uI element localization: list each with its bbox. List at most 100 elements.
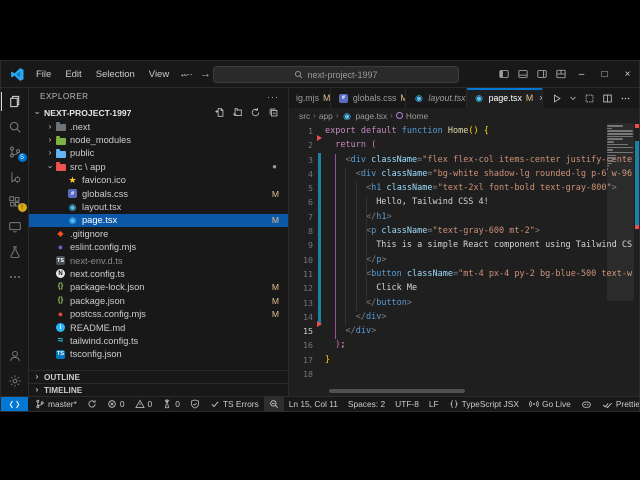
toggle-secondary-sidebar-icon[interactable] xyxy=(532,61,551,87)
activity-run-debug[interactable] xyxy=(1,164,29,189)
status-zoom[interactable] xyxy=(263,397,284,411)
new-file-icon[interactable] xyxy=(214,107,225,118)
tree-item-globals.css[interactable]: # globals.css M xyxy=(29,187,288,200)
tree-item-layout.tsx[interactable]: ◉ layout.tsx xyxy=(29,200,288,213)
tree-item-package.json[interactable]: {} package.json M xyxy=(29,294,288,307)
tree-item-tsconfig.json[interactable]: TS tsconfig.json xyxy=(29,348,288,361)
status-ts-errors[interactable]: TS Errors xyxy=(205,397,264,411)
tree-item-srcapp[interactable]: › src \ app ● xyxy=(29,160,288,173)
new-folder-icon[interactable] xyxy=(232,107,243,118)
folder-icon xyxy=(55,162,66,172)
menu-file[interactable]: File xyxy=(29,61,58,87)
gutter-decoration xyxy=(313,181,325,196)
activity-remote-explorer[interactable] xyxy=(1,214,29,239)
command-center-search[interactable]: next-project-1997 xyxy=(213,66,459,83)
menu-view[interactable]: View xyxy=(142,61,176,87)
toggle-panel-icon[interactable] xyxy=(513,61,532,87)
nav-back-icon[interactable]: ← xyxy=(179,68,190,80)
postcss-file-icon: ● xyxy=(57,309,64,320)
activity-testing[interactable] xyxy=(1,239,29,264)
activity-settings[interactable] xyxy=(1,368,29,393)
tab-close-icon[interactable]: × xyxy=(539,93,542,103)
status-eol[interactable]: LF xyxy=(424,397,444,411)
breadcrumb-src[interactable]: src xyxy=(299,111,310,121)
refresh-icon[interactable] xyxy=(250,107,261,118)
status-go-live[interactable]: Go Live xyxy=(524,397,576,411)
breadcrumb-app[interactable]: app xyxy=(319,111,333,121)
code-editor[interactable]: 1 export default function Home() {2 retur… xyxy=(289,123,639,396)
tree-item-postcss.config.mjs[interactable]: ● postcss.config.mjs M xyxy=(29,307,288,320)
code-text: </div> xyxy=(345,326,377,337)
activity-bar: 5! xyxy=(0,88,29,396)
status-git-branch[interactable]: master* xyxy=(30,397,82,411)
status-ports[interactable]: 0 xyxy=(157,397,185,411)
toggle-sidebar-icon[interactable] xyxy=(494,61,513,87)
tree-item-next.config.ts[interactable]: Nnext.config.ts xyxy=(29,267,288,280)
tab-page.tsx[interactable]: ◉ page.tsxM × xyxy=(466,88,543,108)
breadcrumb-Home[interactable]: Home xyxy=(395,111,428,121)
status-cursor-position[interactable]: Ln 15, Col 11 xyxy=(284,397,343,411)
tab-ig.mjs[interactable]: ig.mjs M xyxy=(289,88,331,108)
activity-more[interactable] xyxy=(1,264,29,289)
section-timeline[interactable]: › TIMELINE xyxy=(29,383,288,396)
status-warnings[interactable]: 0 xyxy=(130,397,158,411)
status-prettier[interactable]: Prettier xyxy=(597,397,639,411)
tree-item-tailwind.config.ts[interactable]: ≈ tailwind.config.ts xyxy=(29,334,288,347)
horizontal-scrollbar[interactable] xyxy=(329,389,465,393)
activity-search[interactable] xyxy=(1,114,29,139)
split-editor-icon[interactable] xyxy=(602,93,613,104)
status-indentation[interactable]: Spaces: 2 xyxy=(343,397,390,411)
tree-item-page.tsx[interactable]: ◉ page.tsx M xyxy=(29,213,288,228)
minimap-slider[interactable] xyxy=(607,123,634,301)
collapse-all-icon[interactable] xyxy=(268,107,279,118)
run-icon[interactable] xyxy=(551,93,562,104)
line-number: 3 xyxy=(308,154,313,165)
tree-item-packagelock.json[interactable]: {} package-lock.json M xyxy=(29,281,288,294)
code-text: This is a simple React component using T… xyxy=(376,240,633,251)
nav-forward-icon[interactable]: → xyxy=(200,68,211,80)
maximize-button[interactable]: □ xyxy=(593,61,616,87)
status-label: Prettier xyxy=(615,399,639,409)
minimize-button[interactable]: – xyxy=(570,61,593,87)
tab-layout.tsx[interactable]: ◉ layout.tsx xyxy=(406,88,467,108)
tree-item-public[interactable]: › public xyxy=(29,147,288,160)
chevron-down-icon: › xyxy=(46,165,55,169)
tree-item-favicon.ico[interactable]: ★ favicon.ico xyxy=(29,174,288,187)
tree-item-nextenv.d.ts[interactable]: TS next-env.d.ts xyxy=(29,254,288,267)
status-sync[interactable] xyxy=(82,397,102,411)
section-outline[interactable]: › OUTLINE xyxy=(29,370,288,383)
customize-layout-icon[interactable] xyxy=(551,61,570,87)
activity-account[interactable] xyxy=(1,343,29,368)
symbol-icon xyxy=(395,112,403,119)
status-remote[interactable] xyxy=(1,397,28,411)
code-text: Hello, Tailwind CSS 4! xyxy=(376,197,489,208)
file-label: favicon.ico xyxy=(82,175,126,186)
status-copilot[interactable] xyxy=(576,397,597,411)
project-root-row[interactable]: › NEXT-PROJECT-1997 xyxy=(29,105,288,120)
tree-item-eslint.config.mjs[interactable]: ● eslint.config.mjs xyxy=(29,241,288,254)
close-button[interactable]: × xyxy=(616,61,639,87)
activity-source-control[interactable]: 5 xyxy=(1,139,29,164)
line-number: 7 xyxy=(308,211,313,222)
status-encoding[interactable]: UTF-8 xyxy=(390,397,424,411)
menu-selection[interactable]: Selection xyxy=(89,61,142,87)
tree-item-nodemodules[interactable]: › node_modules xyxy=(29,133,288,146)
tree-item-.gitignore[interactable]: ◆ .gitignore xyxy=(29,227,288,240)
tree-item-.next[interactable]: › .next xyxy=(29,120,288,133)
status-language-mode[interactable]: TypeScript JSX xyxy=(444,397,524,411)
tree-item-README.md[interactable]: i README.md xyxy=(29,321,288,334)
more-actions-icon[interactable] xyxy=(620,93,631,104)
gutter-decoration xyxy=(313,252,325,267)
tab-globals.css[interactable]: #globals.cssM xyxy=(330,88,407,108)
status-errors[interactable]: 0 xyxy=(102,397,130,411)
activity-extensions[interactable]: ! xyxy=(1,189,29,214)
status-shield[interactable] xyxy=(185,397,205,411)
breadcrumb-page.tsx[interactable]: ◉ page.tsx xyxy=(342,111,387,121)
activity-explorer[interactable] xyxy=(0,89,29,114)
line-number: 15 xyxy=(303,326,313,337)
menu-edit[interactable]: Edit xyxy=(58,61,88,87)
explorer-more-actions-icon[interactable]: ··· xyxy=(267,92,279,102)
run-dropdown-icon[interactable] xyxy=(569,94,577,102)
account-icon xyxy=(8,349,22,363)
open-changes-icon[interactable] xyxy=(584,93,595,104)
